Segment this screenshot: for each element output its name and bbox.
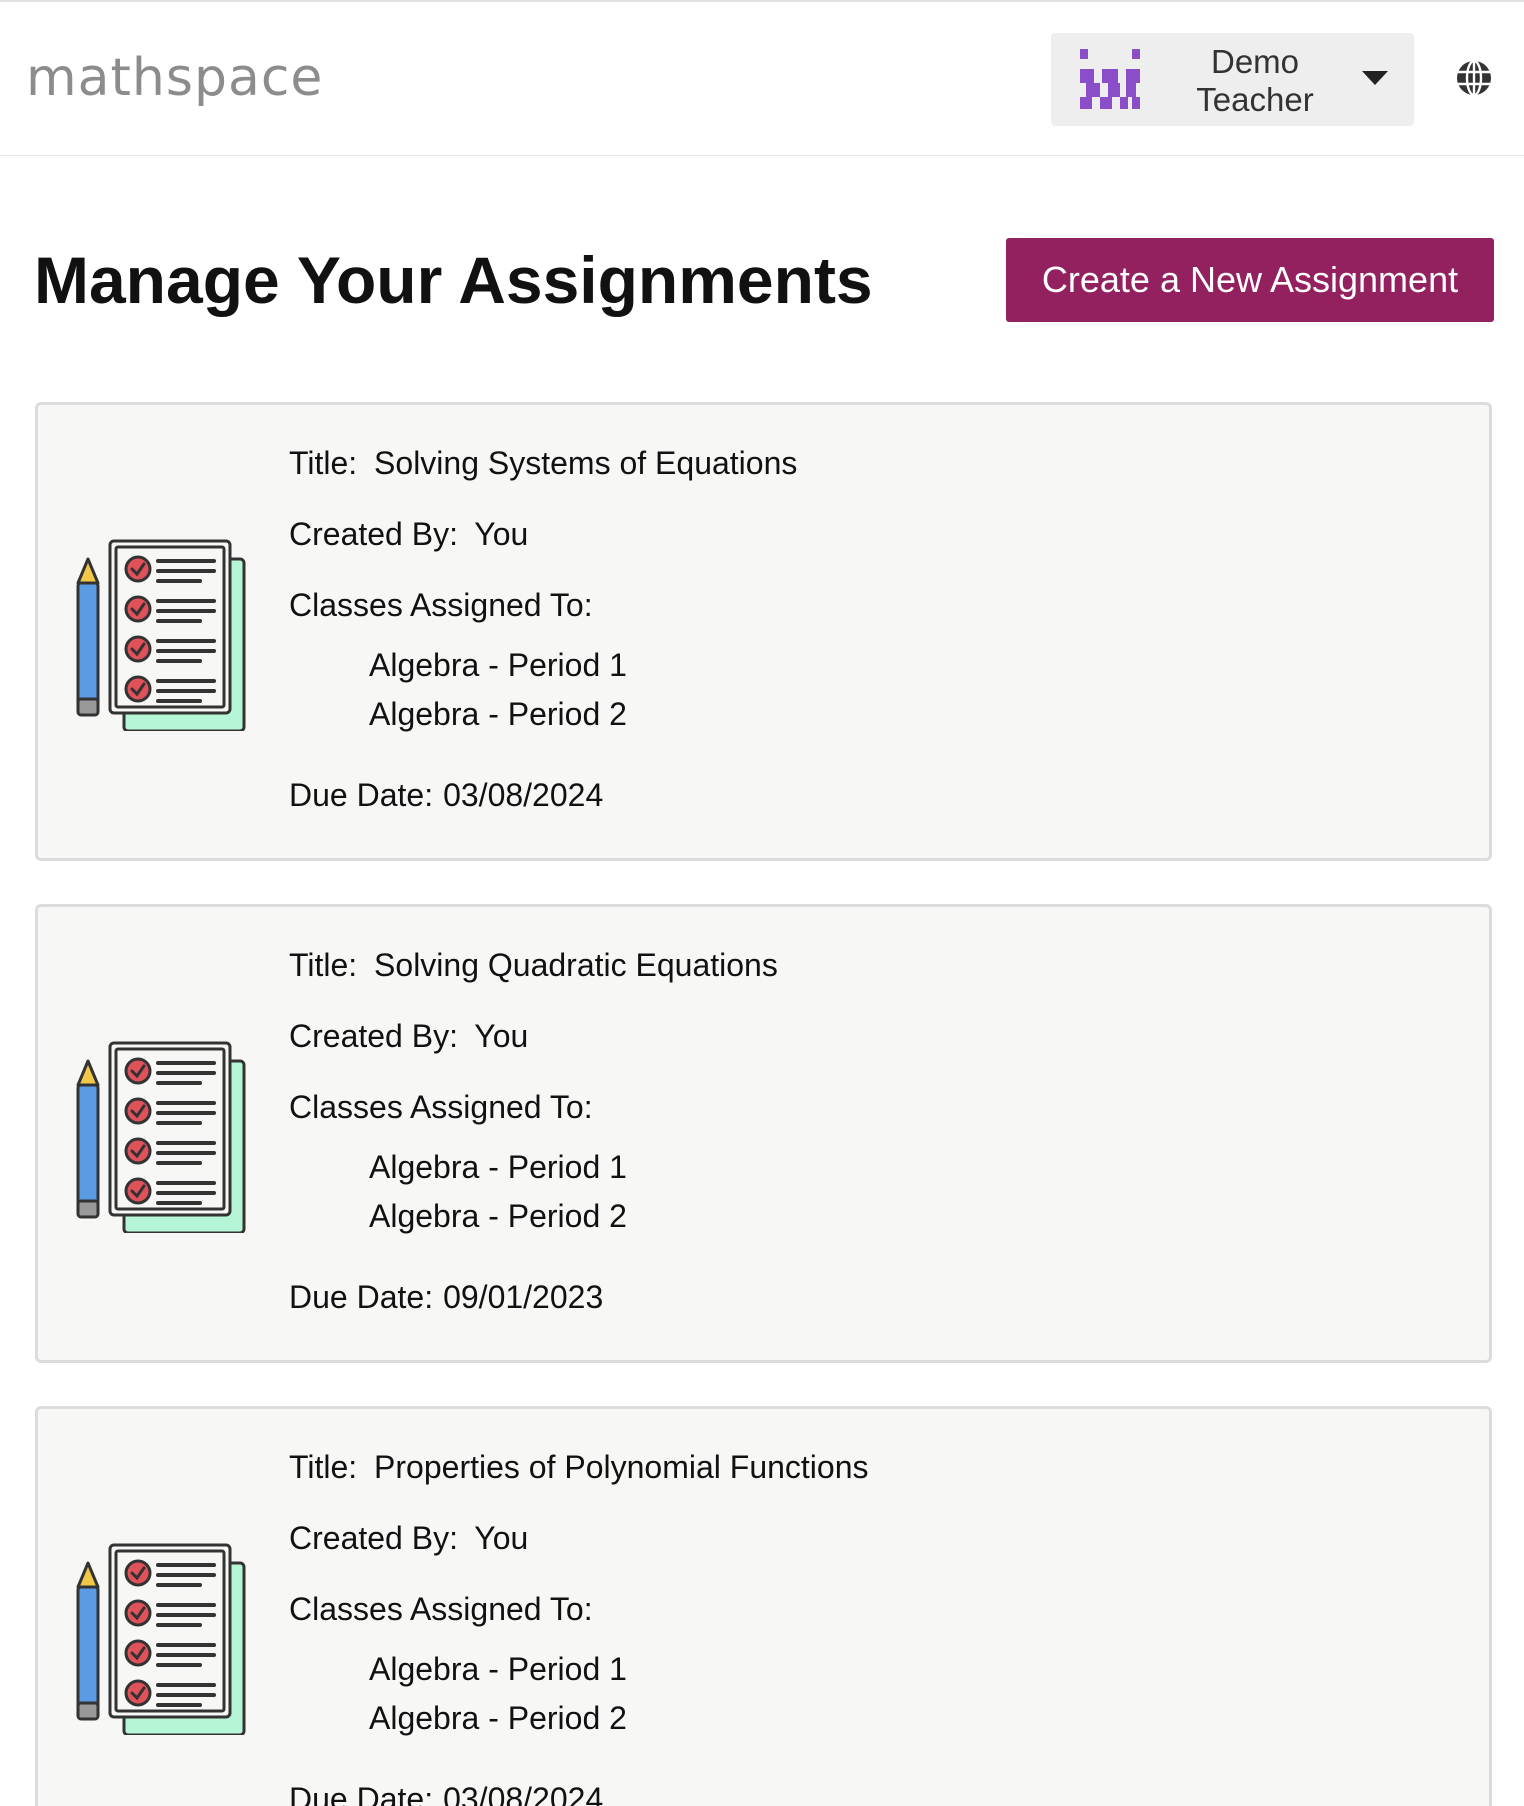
created-by-value: You [474,1018,529,1054]
class-item: Algebra - Period 2 [369,1198,627,1234]
class-item: Algebra - Period 2 [369,1700,627,1736]
assignment-checklist-icon [76,1543,246,1735]
created-by-value: You [474,1520,529,1556]
class-item: Algebra - Period 2 [369,696,627,732]
globe-icon[interactable] [1454,58,1494,98]
assignment-card[interactable]: Title: Properties of Polynomial Function… [35,1406,1492,1806]
title-label: Title: [289,445,358,481]
user-name: Demo Teacher [1196,43,1314,118]
page-title: Manage Your Assignments [34,243,873,317]
assignment-title-row: Title: Solving Systems of Equations [289,445,797,482]
classes-label: Classes Assigned To: [289,1591,593,1627]
assignment-title[interactable]: Properties of Polynomial Functions [374,1449,868,1485]
due-date-label: Due Date: [289,1279,434,1315]
assignment-title-row: Title: Properties of Polynomial Function… [289,1449,869,1486]
title-label: Title: [289,1449,358,1485]
created-by-row: Created By: You [289,1520,528,1557]
due-date-value: 03/08/2024 [443,777,604,813]
assignment-card[interactable]: Title: Solving Quadratic Equations Creat… [35,904,1492,1363]
created-by-label: Created By: [289,516,458,552]
classes-list: Algebra - Period 1 Algebra - Period 2 [369,1645,627,1743]
class-item: Algebra - Period 1 [369,1149,627,1185]
classes-label: Classes Assigned To: [289,587,593,623]
created-by-row: Created By: You [289,1018,528,1055]
create-assignment-button[interactable]: Create a New Assignment [1006,238,1494,322]
caret-down-icon [1362,71,1388,85]
due-date-value: 03/08/2024 [443,1781,604,1806]
created-by-row: Created By: You [289,516,528,553]
assignment-card[interactable]: Title: Solving Systems of Equations Crea… [35,402,1492,861]
assignment-title[interactable]: Solving Quadratic Equations [374,947,778,983]
pixel-face-icon [1080,49,1140,109]
created-by-label: Created By: [289,1520,458,1556]
classes-list: Algebra - Period 1 Algebra - Period 2 [369,641,627,739]
title-label: Title: [289,947,358,983]
assignment-title-row: Title: Solving Quadratic Equations [289,947,778,984]
due-date-label: Due Date: [289,777,434,813]
due-date-label: Due Date: [289,1781,434,1806]
created-by-value: You [474,516,529,552]
top-bar: mathspace Demo Teacher [0,2,1524,156]
due-date-row: Due Date: 09/01/2023 [289,1279,603,1316]
assignment-title[interactable]: Solving Systems of Equations [374,445,797,481]
classes-label: Classes Assigned To: [289,1089,593,1125]
assignment-checklist-icon [76,539,246,731]
created-by-label: Created By: [289,1018,458,1054]
class-item: Algebra - Period 1 [369,1651,627,1687]
due-date-row: Due Date: 03/08/2024 [289,1781,603,1806]
class-item: Algebra - Period 1 [369,647,627,683]
due-date-row: Due Date: 03/08/2024 [289,777,603,814]
assignment-checklist-icon [76,1041,246,1233]
due-date-value: 09/01/2023 [443,1279,604,1315]
page: mathspace Demo Teacher Manage Your Assig… [0,0,1524,1806]
classes-list: Algebra - Period 1 Algebra - Period 2 [369,1143,627,1241]
user-menu-button[interactable]: Demo Teacher [1051,33,1414,126]
mathspace-logo[interactable]: mathspace [26,48,323,108]
